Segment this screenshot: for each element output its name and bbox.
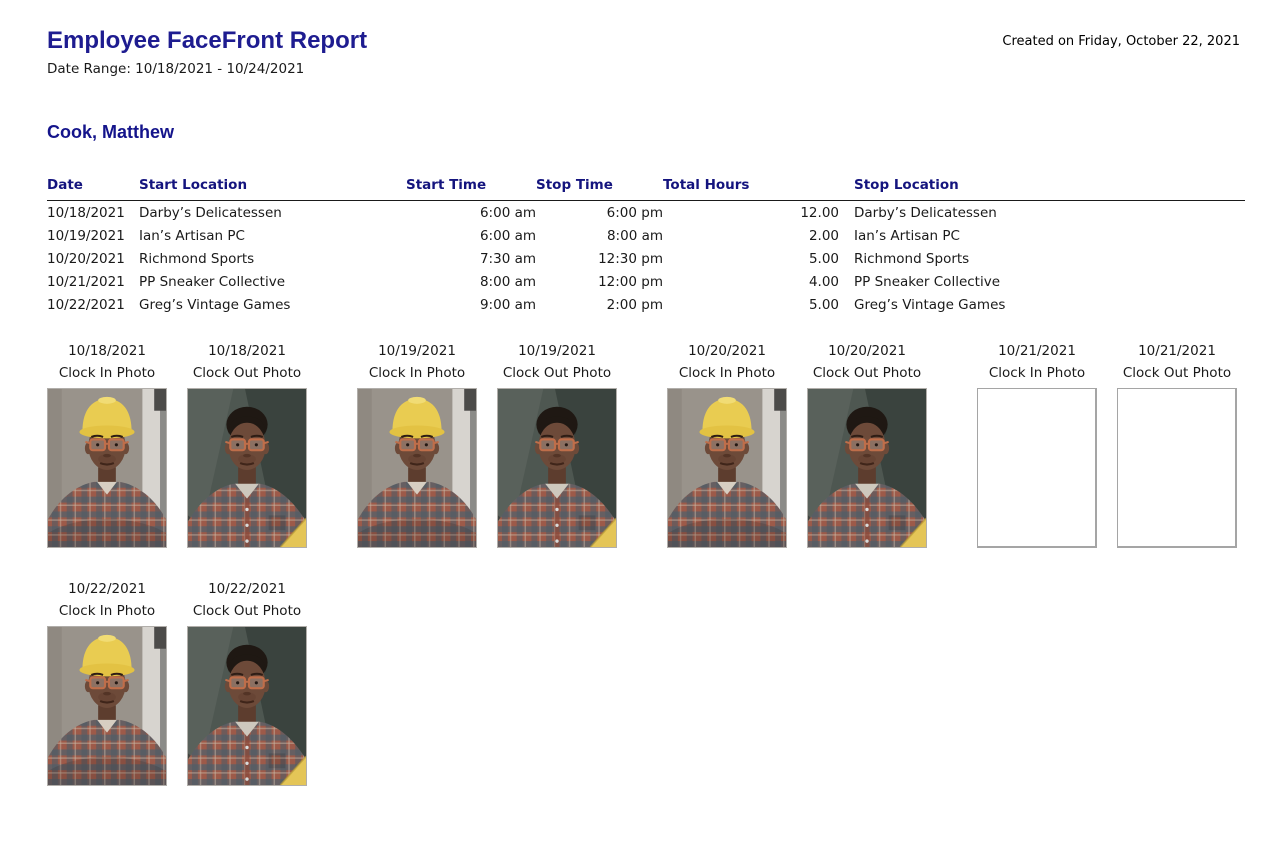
photo-label: Clock In Photo xyxy=(47,362,167,384)
cell-stop-location: PP Sneaker Collective xyxy=(839,270,1245,293)
report-header: Employee FaceFront Report Date Range: 10… xyxy=(47,28,1240,77)
photo-cell: 10/19/2021 Clock In Photo xyxy=(357,340,477,548)
photo-pair: 10/20/2021 Clock In Photo 10/20/2021 Clo… xyxy=(667,340,927,548)
cell-date: 10/21/2021 xyxy=(47,270,139,293)
page-title: Employee FaceFront Report xyxy=(47,28,367,54)
col-header-start-time: Start Time xyxy=(406,177,536,201)
photo-label: Clock Out Photo xyxy=(187,600,307,622)
cell-start-time: 9:00 am xyxy=(406,293,536,316)
photo-date: 10/20/2021 xyxy=(807,340,927,362)
photo-cell: 10/19/2021 Clock Out Photo xyxy=(497,340,617,548)
photo-date: 10/18/2021 xyxy=(187,340,307,362)
photo-cell: 10/18/2021 Clock Out Photo xyxy=(187,340,307,548)
photo-date: 10/20/2021 xyxy=(667,340,787,362)
cell-start-time: 6:00 am xyxy=(406,224,536,247)
photo-date: 10/21/2021 xyxy=(1117,340,1237,362)
photo-date: 10/21/2021 xyxy=(977,340,1097,362)
date-range-label: Date Range: 10/18/2021 - 10/24/2021 xyxy=(47,61,367,77)
photo-label: Clock In Photo xyxy=(667,362,787,384)
table-row: 10/19/2021 Ian’s Artisan PC 6:00 am 8:00… xyxy=(47,224,1245,247)
photo-pair: 10/18/2021 Clock In Photo 10/18/2021 Clo… xyxy=(47,340,307,548)
col-header-start-location: Start Location xyxy=(139,177,406,201)
cell-start-location: Ian’s Artisan PC xyxy=(139,224,406,247)
photo-cell: 10/20/2021 Clock In Photo xyxy=(667,340,787,548)
photo-grid: 10/18/2021 Clock In Photo 10/18/2021 Clo… xyxy=(47,340,1241,786)
cell-stop-time: 2:00 pm xyxy=(536,293,663,316)
cell-start-location: Darby’s Delicatessen xyxy=(139,201,406,225)
table-row: 10/21/2021 PP Sneaker Collective 8:00 am… xyxy=(47,270,1245,293)
photo-cell: 10/21/2021 Clock Out Photo xyxy=(1117,340,1237,548)
cell-stop-location: Ian’s Artisan PC xyxy=(839,224,1245,247)
photo-label: Clock In Photo xyxy=(977,362,1097,384)
cell-total-hours: 5.00 xyxy=(663,293,839,316)
photo-cell: 10/21/2021 Clock In Photo xyxy=(977,340,1097,548)
table-row: 10/18/2021 Darby’s Delicatessen 6:00 am … xyxy=(47,201,1245,225)
photo-label: Clock Out Photo xyxy=(187,362,307,384)
cell-stop-location: Greg’s Vintage Games xyxy=(839,293,1245,316)
photo-label: Clock In Photo xyxy=(357,362,477,384)
col-header-stop-time: Stop Time xyxy=(536,177,663,201)
photo-cell: 10/22/2021 Clock In Photo xyxy=(47,578,167,786)
cell-stop-location: Richmond Sports xyxy=(839,247,1245,270)
cell-start-location: Richmond Sports xyxy=(139,247,406,270)
table-row: 10/22/2021 Greg’s Vintage Games 9:00 am … xyxy=(47,293,1245,316)
photo-date: 10/19/2021 xyxy=(497,340,617,362)
photo-label: Clock Out Photo xyxy=(807,362,927,384)
empty-photo-frame xyxy=(1117,388,1237,548)
cell-stop-time: 8:00 am xyxy=(536,224,663,247)
timesheet-table-header: Date Start Location Start Time Stop Time… xyxy=(47,177,1245,201)
cell-total-hours: 4.00 xyxy=(663,270,839,293)
photo-cell: 10/20/2021 Clock Out Photo xyxy=(807,340,927,548)
cell-start-time: 6:00 am xyxy=(406,201,536,225)
report-header-left: Employee FaceFront Report Date Range: 10… xyxy=(47,28,367,77)
photo-date: 10/22/2021 xyxy=(187,578,307,600)
photo-label: Clock In Photo xyxy=(47,600,167,622)
photo-date: 10/18/2021 xyxy=(47,340,167,362)
created-on-label: Created on Friday, October 22, 2021 xyxy=(1002,28,1240,49)
cell-stop-time: 12:00 pm xyxy=(536,270,663,293)
cell-date: 10/19/2021 xyxy=(47,224,139,247)
photo-pair: 10/22/2021 Clock In Photo 10/22/2021 Clo… xyxy=(47,578,307,786)
clock-out-photo xyxy=(187,626,307,786)
cell-start-time: 8:00 am xyxy=(406,270,536,293)
photo-cell: 10/22/2021 Clock Out Photo xyxy=(187,578,307,786)
clock-out-photo xyxy=(497,388,617,548)
cell-total-hours: 5.00 xyxy=(663,247,839,270)
col-header-total-hours: Total Hours xyxy=(663,177,839,201)
cell-date: 10/22/2021 xyxy=(47,293,139,316)
clock-out-photo xyxy=(807,388,927,548)
cell-date: 10/18/2021 xyxy=(47,201,139,225)
photo-pair: 10/21/2021 Clock In Photo 10/21/2021 Clo… xyxy=(977,340,1237,548)
table-row: 10/20/2021 Richmond Sports 7:30 am 12:30… xyxy=(47,247,1245,270)
cell-stop-location: Darby’s Delicatessen xyxy=(839,201,1245,225)
photo-date: 10/22/2021 xyxy=(47,578,167,600)
clock-in-photo xyxy=(667,388,787,548)
cell-stop-time: 6:00 pm xyxy=(536,201,663,225)
timesheet-table: Date Start Location Start Time Stop Time… xyxy=(47,177,1245,316)
photo-label: Clock Out Photo xyxy=(1117,362,1237,384)
empty-photo-frame xyxy=(977,388,1097,548)
clock-in-photo xyxy=(47,626,167,786)
clock-in-photo xyxy=(357,388,477,548)
cell-start-location: PP Sneaker Collective xyxy=(139,270,406,293)
cell-start-time: 7:30 am xyxy=(406,247,536,270)
col-header-stop-location: Stop Location xyxy=(839,177,1245,201)
cell-total-hours: 12.00 xyxy=(663,201,839,225)
photo-label: Clock Out Photo xyxy=(497,362,617,384)
col-header-date: Date xyxy=(47,177,139,201)
clock-in-photo xyxy=(47,388,167,548)
photo-cell: 10/18/2021 Clock In Photo xyxy=(47,340,167,548)
photo-pair: 10/19/2021 Clock In Photo 10/19/2021 Clo… xyxy=(357,340,617,548)
cell-total-hours: 2.00 xyxy=(663,224,839,247)
clock-out-photo xyxy=(187,388,307,548)
photo-date: 10/19/2021 xyxy=(357,340,477,362)
employee-name: Cook, Matthew xyxy=(47,123,1240,143)
cell-stop-time: 12:30 pm xyxy=(536,247,663,270)
cell-date: 10/20/2021 xyxy=(47,247,139,270)
cell-start-location: Greg’s Vintage Games xyxy=(139,293,406,316)
report-page: Employee FaceFront Report Date Range: 10… xyxy=(0,0,1286,786)
